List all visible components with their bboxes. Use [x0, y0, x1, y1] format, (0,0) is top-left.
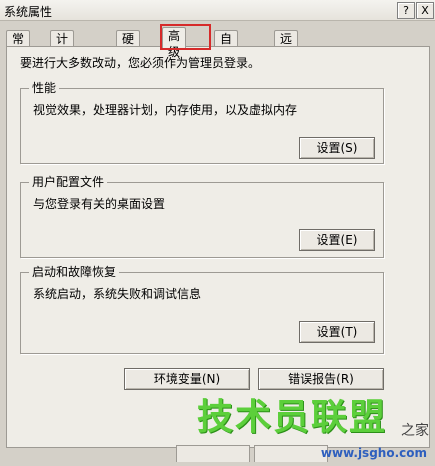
- title-bar: 系统属性 ? X: [0, 0, 435, 21]
- error-report-button[interactable]: 错误报告(R): [258, 368, 384, 390]
- startup-recovery-title: 启动和故障恢复: [29, 265, 120, 279]
- performance-group: 性能 视觉效果，处理器计划，内存使用，以及虚拟内存 设置(S): [20, 81, 384, 164]
- tab-remote[interactable]: 远程: [274, 30, 299, 62]
- performance-description: 视觉效果，处理器计划，内存使用，以及虚拟内存: [33, 103, 298, 117]
- watermark-url: www.jsgho.com: [320, 446, 427, 460]
- user-profiles-group: 用户配置文件 与您登录有关的桌面设置 设置(E): [20, 175, 384, 258]
- admin-notice: 要进行大多数改动，您必须作为管理员登录。: [20, 56, 261, 70]
- tab-hardware[interactable]: 硬件: [116, 30, 141, 62]
- startup-recovery-description: 系统启动，系统失败和调试信息: [33, 287, 202, 301]
- advanced-tab-highlight: [160, 24, 211, 50]
- user-profiles-description: 与您登录有关的桌面设置: [33, 197, 166, 211]
- tab-computer-name[interactable]: 计算机名: [50, 30, 75, 94]
- ok-button-partial[interactable]: [176, 445, 250, 462]
- startup-recovery-group: 启动和故障恢复 系统启动，系统失败和调试信息 设置(T): [20, 265, 384, 354]
- window-title: 系统属性: [4, 5, 53, 19]
- watermark-logo: 技术员联盟: [196, 397, 387, 438]
- user-profiles-title: 用户配置文件: [29, 175, 108, 189]
- user-profiles-settings-button[interactable]: 设置(E): [299, 229, 375, 251]
- performance-title: 性能: [29, 81, 60, 95]
- environment-variables-button[interactable]: 环境变量(N): [124, 368, 250, 390]
- startup-recovery-settings-button[interactable]: 设置(T): [299, 321, 375, 343]
- cancel-button-partial[interactable]: [254, 445, 328, 462]
- tab-general[interactable]: 常规: [6, 30, 31, 62]
- tab-auto-update[interactable]: 自动更新: [214, 30, 239, 94]
- performance-settings-button[interactable]: 设置(S): [299, 137, 375, 159]
- close-button[interactable]: X: [416, 2, 434, 19]
- help-button[interactable]: ?: [397, 2, 415, 19]
- watermark-side-text: 之家: [401, 423, 429, 439]
